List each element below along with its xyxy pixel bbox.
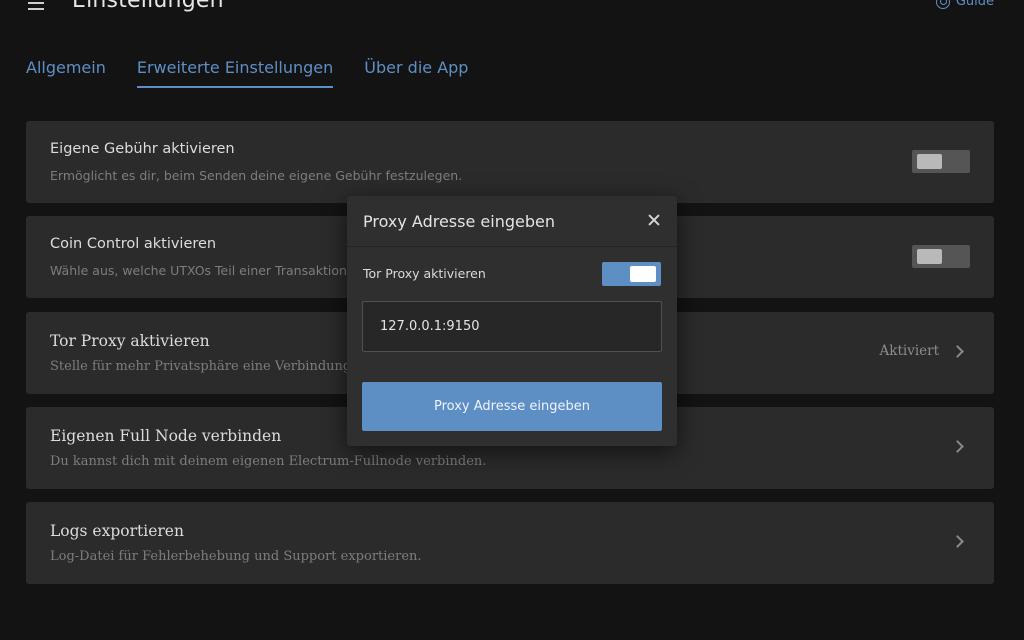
setting-title: Coin Control aktivieren xyxy=(50,236,217,252)
setting-title: Eigene Gebühr aktivieren xyxy=(50,141,235,157)
page-title: Einstellungen xyxy=(72,0,224,13)
user-circle-icon xyxy=(935,0,950,9)
chevron-right-icon xyxy=(951,535,964,548)
setting-description: Log-Datei für Fehlerbehebung und Support… xyxy=(50,549,422,564)
setting-description: Wähle aus, welche UTXOs Teil einer Trans… xyxy=(50,263,358,278)
toggle-knob xyxy=(630,266,656,282)
tor-status-label: Aktiviert xyxy=(879,343,939,359)
submit-proxy-button[interactable]: Proxy Adresse eingeben xyxy=(362,382,662,431)
tab-allgemein[interactable]: Allgemein xyxy=(26,58,106,88)
setting-custom-fee[interactable]: Eigene Gebühr aktivieren Ermöglicht es d… xyxy=(26,121,994,203)
dialog-title: Proxy Adresse eingeben xyxy=(363,212,555,231)
chevron-right-icon xyxy=(951,345,964,358)
setting-title: Logs exportieren xyxy=(50,522,184,540)
tab-ueber-die-app[interactable]: Über die App xyxy=(364,58,468,88)
setting-export-logs[interactable]: Logs exportieren Log-Datei für Fehlerbeh… xyxy=(26,502,994,584)
proxy-address-input[interactable] xyxy=(362,301,662,352)
tor-proxy-toggle[interactable] xyxy=(602,262,661,286)
dialog-header: Proxy Adresse eingeben xyxy=(347,196,677,247)
setting-title: Eigenen Full Node verbinden xyxy=(50,427,282,445)
toggle-knob xyxy=(917,154,942,169)
tab-erweiterte-einstellungen[interactable]: Erweiterte Einstellungen xyxy=(136,58,334,88)
setting-description: Ermöglicht es dir, beim Senden deine eig… xyxy=(50,168,463,183)
close-icon[interactable] xyxy=(647,213,661,227)
setting-title: Tor Proxy aktivieren xyxy=(50,332,210,350)
chevron-right-icon xyxy=(951,440,964,453)
toggle-knob xyxy=(917,249,942,264)
setting-description: Du kannst dich mit deinem eigenen Electr… xyxy=(50,454,487,469)
settings-tabs: Allgemein Erweiterte Einstellungen Über … xyxy=(26,58,499,88)
proxy-dialog: Proxy Adresse eingeben Tor Proxy aktivie… xyxy=(347,196,677,446)
setting-description: Stelle für mehr Privatsphäre eine Verbin… xyxy=(50,359,352,374)
guide-link[interactable]: Guide xyxy=(935,0,994,9)
hamburger-menu-icon[interactable] xyxy=(28,0,44,10)
custom-fee-toggle[interactable] xyxy=(912,150,970,173)
tor-proxy-label: Tor Proxy aktivieren xyxy=(363,266,486,281)
coin-control-toggle[interactable] xyxy=(912,245,970,268)
guide-label: Guide xyxy=(955,0,994,9)
